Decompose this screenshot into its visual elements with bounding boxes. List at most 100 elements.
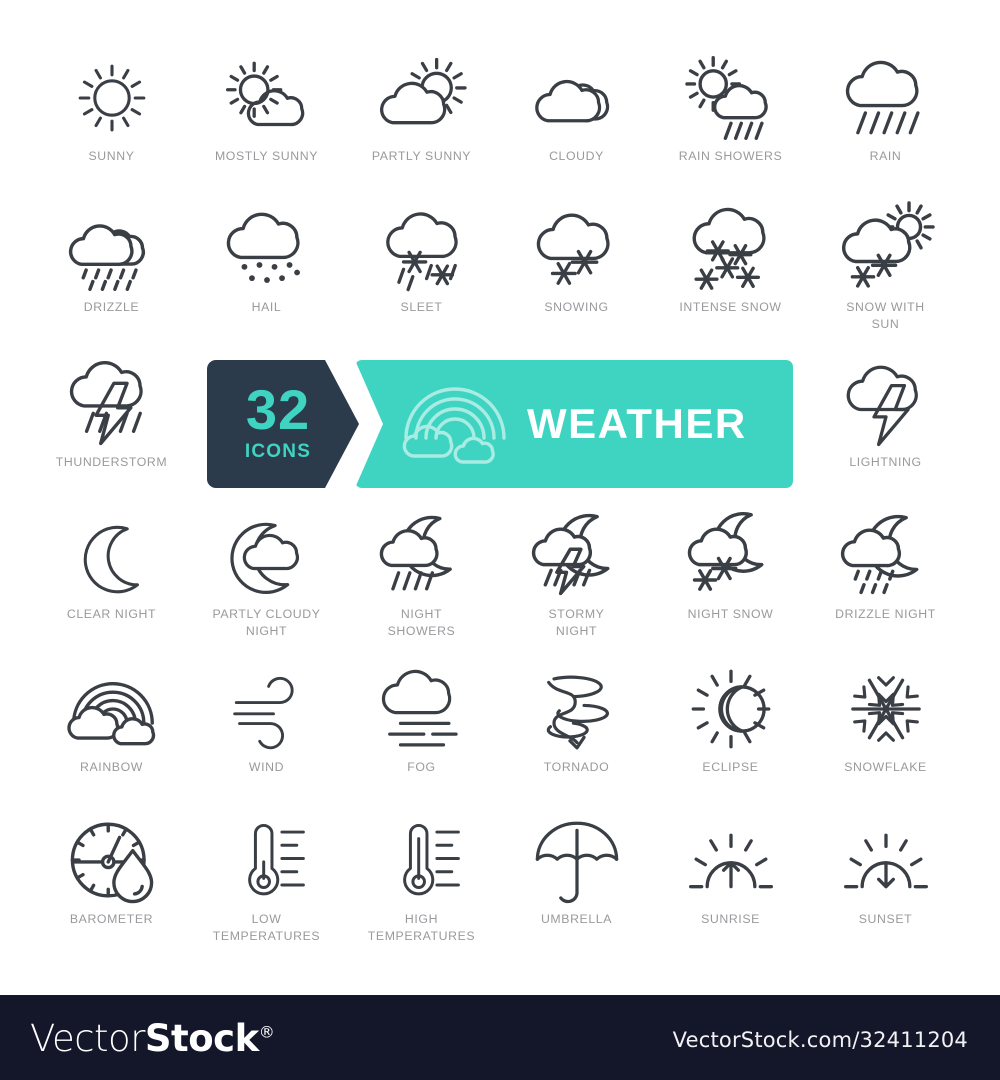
icon-cell-thunderstorm[interactable]: THUNDERSTORM: [34, 358, 189, 471]
icon-cell-high-temperature[interactable]: HIGH TEMPERATURES: [344, 815, 499, 945]
rainbow-icon: [62, 663, 162, 755]
icon-label: STORMY NIGHT: [548, 607, 605, 638]
icon-cell-rainbow[interactable]: RAINBOW: [34, 663, 189, 776]
icon-label: RAIN SHOWERS: [678, 149, 783, 163]
sunny-icon: [62, 52, 162, 144]
low-temperature-icon: [217, 815, 317, 907]
icon-cell-sunset[interactable]: SUNSET: [808, 815, 963, 928]
icon-label: CLEAR NIGHT: [66, 607, 157, 621]
icon-label: SUNNY: [88, 149, 135, 163]
icon-label: NIGHT SNOW: [687, 607, 774, 621]
registered-mark-icon: ®: [258, 1022, 275, 1042]
icon-label: PARTLY SUNNY: [371, 149, 472, 163]
banner-title: WEATHER: [527, 400, 747, 447]
icon-label: SNOWING: [544, 300, 609, 314]
intense-snow-icon: [681, 203, 781, 295]
icon-cell-rain-showers[interactable]: RAIN SHOWERS: [653, 52, 808, 165]
icon-label: THUNDERSTORM: [55, 455, 168, 469]
icon-cell-low-temperature[interactable]: LOW TEMPERATURES: [189, 815, 344, 945]
icon-count-badge: 32 ICONS: [207, 360, 359, 488]
icon-cell-intense-snow[interactable]: INTENSE SNOW: [653, 203, 808, 316]
icon-cell-partly-sunny[interactable]: PARTLY SUNNY: [344, 52, 499, 165]
icon-label: BAROMETER: [69, 912, 154, 926]
sunset-icon: [836, 815, 936, 907]
icon-cell-night-snow[interactable]: NIGHT SNOW: [653, 510, 808, 623]
icon-label: RAINBOW: [80, 760, 143, 774]
icon-label: SNOW WITH SUN: [846, 300, 925, 331]
icon-label: DRIZZLE: [83, 300, 140, 314]
icon-label: WIND: [248, 760, 285, 774]
logo-text-bold: Stock: [144, 1017, 259, 1060]
drizzle-icon: [62, 203, 162, 295]
icon-cell-rain[interactable]: RAIN: [808, 52, 963, 165]
clear-night-icon: [62, 510, 162, 602]
icon-label: ECLIPSE: [702, 760, 759, 774]
icon-cell-cloudy[interactable]: CLOUDY: [499, 52, 654, 165]
wind-icon: [217, 663, 317, 755]
icon-label: DRIZZLE NIGHT: [835, 607, 936, 621]
thunderstorm-icon: [62, 358, 162, 450]
lightning-icon: [836, 358, 936, 450]
icon-label: SUNRISE: [701, 912, 760, 926]
icon-label: INTENSE SNOW: [679, 300, 782, 314]
stormy-night-icon: [527, 510, 627, 602]
icon-cell-lightning[interactable]: LIGHTNING: [808, 358, 963, 471]
icon-label: RAIN: [869, 149, 902, 163]
rain-showers-icon: [681, 52, 781, 144]
icon-label: SNOWFLAKE: [844, 760, 927, 774]
icon-label: PARTLY CLOUDY NIGHT: [212, 607, 321, 638]
icon-cell-drizzle[interactable]: DRIZZLE: [34, 203, 189, 316]
logo-text-light: Vector: [30, 1017, 145, 1060]
weather-banner: 32 ICONS WEATHER: [207, 360, 793, 488]
icon-label: LOW TEMPERATURES: [212, 912, 321, 943]
icon-cell-sunrise[interactable]: SUNRISE: [653, 815, 808, 928]
snowflake-icon: [836, 663, 936, 755]
icon-cell-fog[interactable]: FOG: [344, 663, 499, 776]
partly-cloudy-night-icon: [217, 510, 317, 602]
night-snow-icon: [681, 510, 781, 602]
icon-cell-umbrella[interactable]: UMBRELLA: [499, 815, 654, 928]
icon-label: NIGHT SHOWERS: [387, 607, 456, 638]
icon-label: MOSTLY SUNNY: [214, 149, 319, 163]
icon-label: CLOUDY: [549, 149, 604, 163]
icon-cell-drizzle-night[interactable]: DRIZZLE NIGHT: [808, 510, 963, 623]
watermark-url: VectorStock.com/32411204: [672, 1028, 968, 1052]
barometer-icon: [62, 815, 162, 907]
icon-cell-eclipse[interactable]: ECLIPSE: [653, 663, 808, 776]
icon-cell-mostly-sunny[interactable]: MOSTLY SUNNY: [189, 52, 344, 165]
vectorstock-logo: VectorStock®: [30, 1017, 275, 1060]
icon-cell-hail[interactable]: HAIL: [189, 203, 344, 316]
icon-cell-snowing[interactable]: SNOWING: [499, 203, 654, 316]
icon-cell-partly-cloudy-night[interactable]: PARTLY CLOUDY NIGHT: [189, 510, 344, 640]
icon-cell-clear-night[interactable]: CLEAR NIGHT: [34, 510, 189, 623]
icon-cell-snow-with-sun[interactable]: SNOW WITH SUN: [808, 201, 963, 333]
icon-cell-tornado[interactable]: TORNADO: [499, 663, 654, 776]
icon-label: UMBRELLA: [540, 912, 613, 926]
hail-icon: [217, 203, 317, 295]
tornado-icon: [527, 663, 627, 755]
icon-count-number: 32: [245, 378, 311, 441]
icon-cell-stormy-night[interactable]: STORMY NIGHT: [499, 510, 654, 640]
icon-cell-night-showers[interactable]: NIGHT SHOWERS: [344, 510, 499, 640]
icon-cell-barometer[interactable]: BAROMETER: [34, 815, 189, 928]
snow-with-sun-icon: [836, 201, 936, 295]
icon-label: FOG: [407, 760, 436, 774]
mostly-sunny-icon: [217, 52, 317, 144]
banner-body: WEATHER: [355, 360, 793, 488]
icon-label: HIGH TEMPERATURES: [367, 912, 476, 943]
night-showers-icon: [372, 510, 472, 602]
icon-cell-sleet[interactable]: SLEET: [344, 203, 499, 316]
cloudy-icon: [527, 52, 627, 144]
icon-label: HAIL: [251, 300, 282, 314]
icon-label: SLEET: [400, 300, 443, 314]
partly-sunny-icon: [372, 52, 472, 144]
snowing-icon: [527, 203, 627, 295]
icon-label: TORNADO: [543, 760, 610, 774]
icon-cell-sunny[interactable]: SUNNY: [34, 52, 189, 165]
watermark-footer: VectorStock® VectorStock.com/32411204: [0, 995, 1000, 1080]
drizzle-night-icon: [836, 510, 936, 602]
icon-cell-wind[interactable]: WIND: [189, 663, 344, 776]
icon-cell-snowflake[interactable]: SNOWFLAKE: [808, 663, 963, 776]
sunrise-icon: [681, 815, 781, 907]
sleet-icon: [372, 203, 472, 295]
